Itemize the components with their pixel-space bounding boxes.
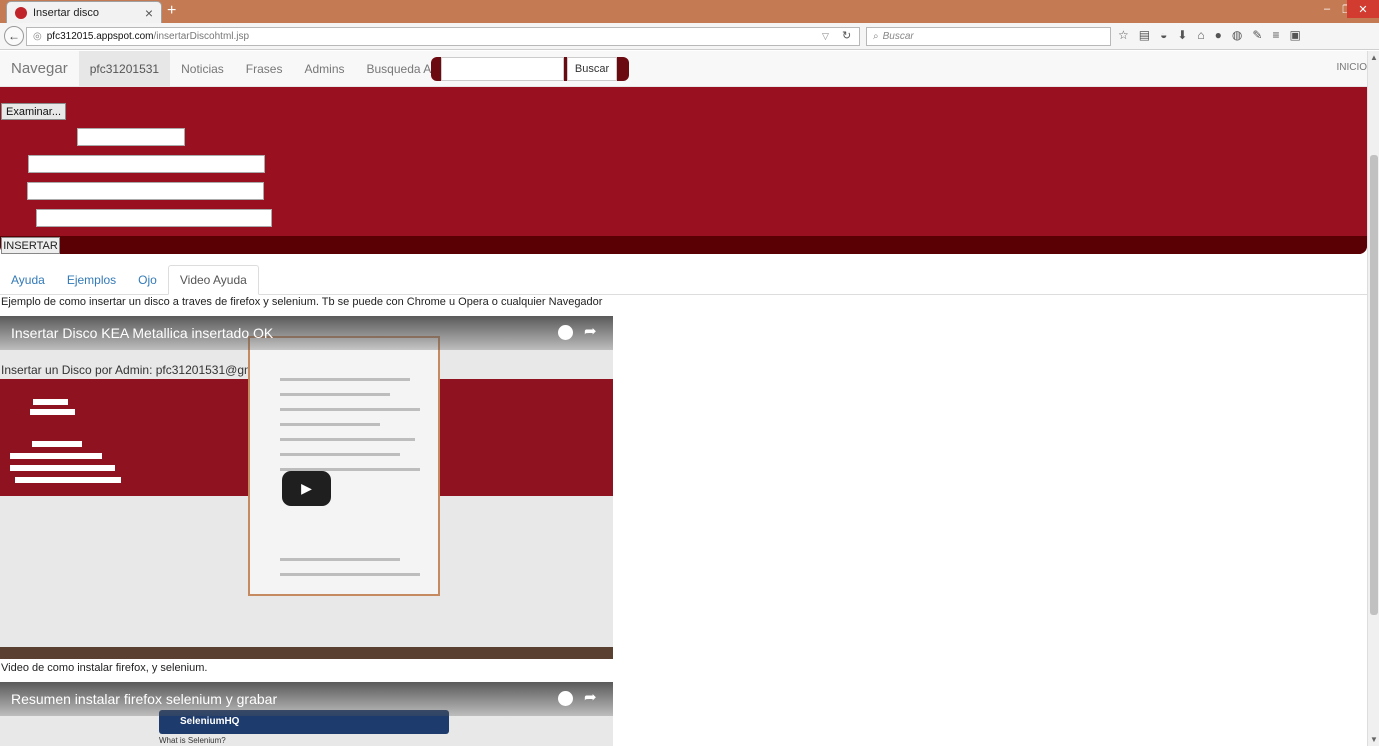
tab-video-ayuda[interactable]: Video Ayuda [167,265,259,295]
reload-icon[interactable]: ↻ [842,29,851,42]
browser-tab[interactable]: Insertar disco × [6,1,162,23]
search-icon: ⌕ [873,31,879,42]
nav-item-frases[interactable]: Frases [235,51,294,87]
download-icon[interactable]: ⬇ [1177,28,1187,42]
video-thumbnail-subtitle: Insertar un Disco por Admin: pfc31201531… [1,363,261,377]
thumbnail-banner-text: SeleniumHQ [180,716,240,727]
play-icon[interactable]: ▶ [282,471,331,506]
form-field-3[interactable] [27,182,264,200]
video-player-2[interactable]: SeleniumHQ What is Selenium? Resumen ins… [0,682,613,746]
pocket-icon[interactable]: ◒ [1160,28,1167,42]
browser-search-input[interactable]: ⌕ Buscar [866,27,1111,46]
browser-search-placeholder: Buscar [882,31,914,42]
file-browse-button[interactable]: Examinar... [1,103,66,120]
insertar-button[interactable]: INSERTAR [1,237,60,254]
help-tabs: Ayuda Ejemplos Ojo Video Ayuda [0,265,1367,295]
form-field-4[interactable] [36,209,272,227]
url-dropdown-icon[interactable]: ▽ [822,31,829,42]
watch-later-icon[interactable] [558,691,573,706]
site-navbar: Navegar pfc31201531 Noticias Frases Admi… [0,51,1367,87]
watch-later-icon[interactable] [558,325,573,340]
bookmarks-list-icon[interactable]: ▤ [1139,28,1150,42]
video-player-1[interactable]: Insertar un Disco por Admin: pfc31201531… [0,316,613,659]
nav-item-noticias[interactable]: Noticias [170,51,235,87]
thumbnail-field [30,409,75,415]
toolbar-icons: ☆ ▤ ◒ ⬇ ⌂ ● ◍ ✎ ≡ ▣ [1118,28,1301,42]
insert-form-footer [0,236,1367,254]
back-button[interactable]: ← [4,26,24,46]
tab-ojo[interactable]: Ojo [127,265,168,295]
video-description-1: Ejemplo de como insertar un disco a trav… [1,296,603,308]
thumbnail-popup-window [248,336,440,596]
thumbnail-field [10,453,102,459]
globe-icon: ◎ [33,31,42,42]
search-button[interactable]: Buscar [567,57,617,81]
form-field-1[interactable] [77,128,185,146]
thumbnail-field [32,441,82,447]
nav-item-admins[interactable]: Admins [293,51,355,87]
thumbnail-caption: What is Selenium? [159,736,226,745]
url-path: /insertarDiscohtml.jsp [153,31,250,42]
address-bar[interactable]: ◎ pfc312015.appspot.com/insertarDiscohtm… [26,27,860,46]
video-description-2: Video de como instalar firefox, y seleni… [1,662,208,674]
navbar-brand[interactable]: Navegar [11,60,68,77]
new-tab-button[interactable]: + [167,2,176,20]
bookmark-star-icon[interactable]: ☆ [1118,28,1129,42]
share-icon[interactable]: ➦ [584,322,597,340]
addon-icon[interactable]: ◍ [1232,28,1242,42]
nav-item-user[interactable]: pfc31201531 [78,51,171,87]
form-field-2[interactable] [28,155,265,173]
thumbnail-field [15,477,121,483]
menu-icon[interactable]: ≡ [1272,28,1279,42]
scroll-down-icon[interactable]: ▼ [1370,735,1378,744]
home-icon[interactable]: ⌂ [1197,28,1204,42]
favicon-icon [15,6,27,19]
search-input[interactable] [441,57,564,81]
url-host: pfc312015.appspot.com [46,31,154,42]
tab-ayuda[interactable]: Ayuda [0,265,56,295]
browser-titlebar: Insertar disco × + – ❐ ✕ [0,0,1379,23]
browser-toolbar: ← ◎ pfc312015.appspot.com/insertarDiscoh… [0,23,1379,50]
video-title[interactable]: Insertar Disco KEA Metallica insertado O… [11,325,273,341]
page-scrollbar[interactable]: ▲ ▼ [1367,51,1379,746]
page-content: Navegar pfc31201531 Noticias Frases Admi… [0,51,1367,746]
thumbnail-field [10,465,115,471]
scroll-thumb[interactable] [1370,155,1378,615]
thumbnail-field [33,399,68,405]
close-tab-icon[interactable]: × [145,5,153,21]
minimize-icon[interactable]: – [1316,0,1338,18]
inicio-link[interactable]: INICIO [1336,62,1367,73]
share-icon[interactable]: ➦ [584,688,597,706]
video-title[interactable]: Resumen instalar firefox selenium y grab… [11,691,277,707]
chat-icon[interactable]: ● [1215,28,1222,42]
close-window-icon[interactable]: ✕ [1347,0,1379,18]
tab-ejemplos[interactable]: Ejemplos [56,265,127,295]
edit-icon[interactable]: ✎ [1252,28,1262,42]
thumbnail-taskbar [0,647,613,659]
tab-title: Insertar disco [33,6,100,19]
extension-icon[interactable]: ▣ [1289,28,1300,42]
scroll-up-icon[interactable]: ▲ [1370,53,1378,62]
